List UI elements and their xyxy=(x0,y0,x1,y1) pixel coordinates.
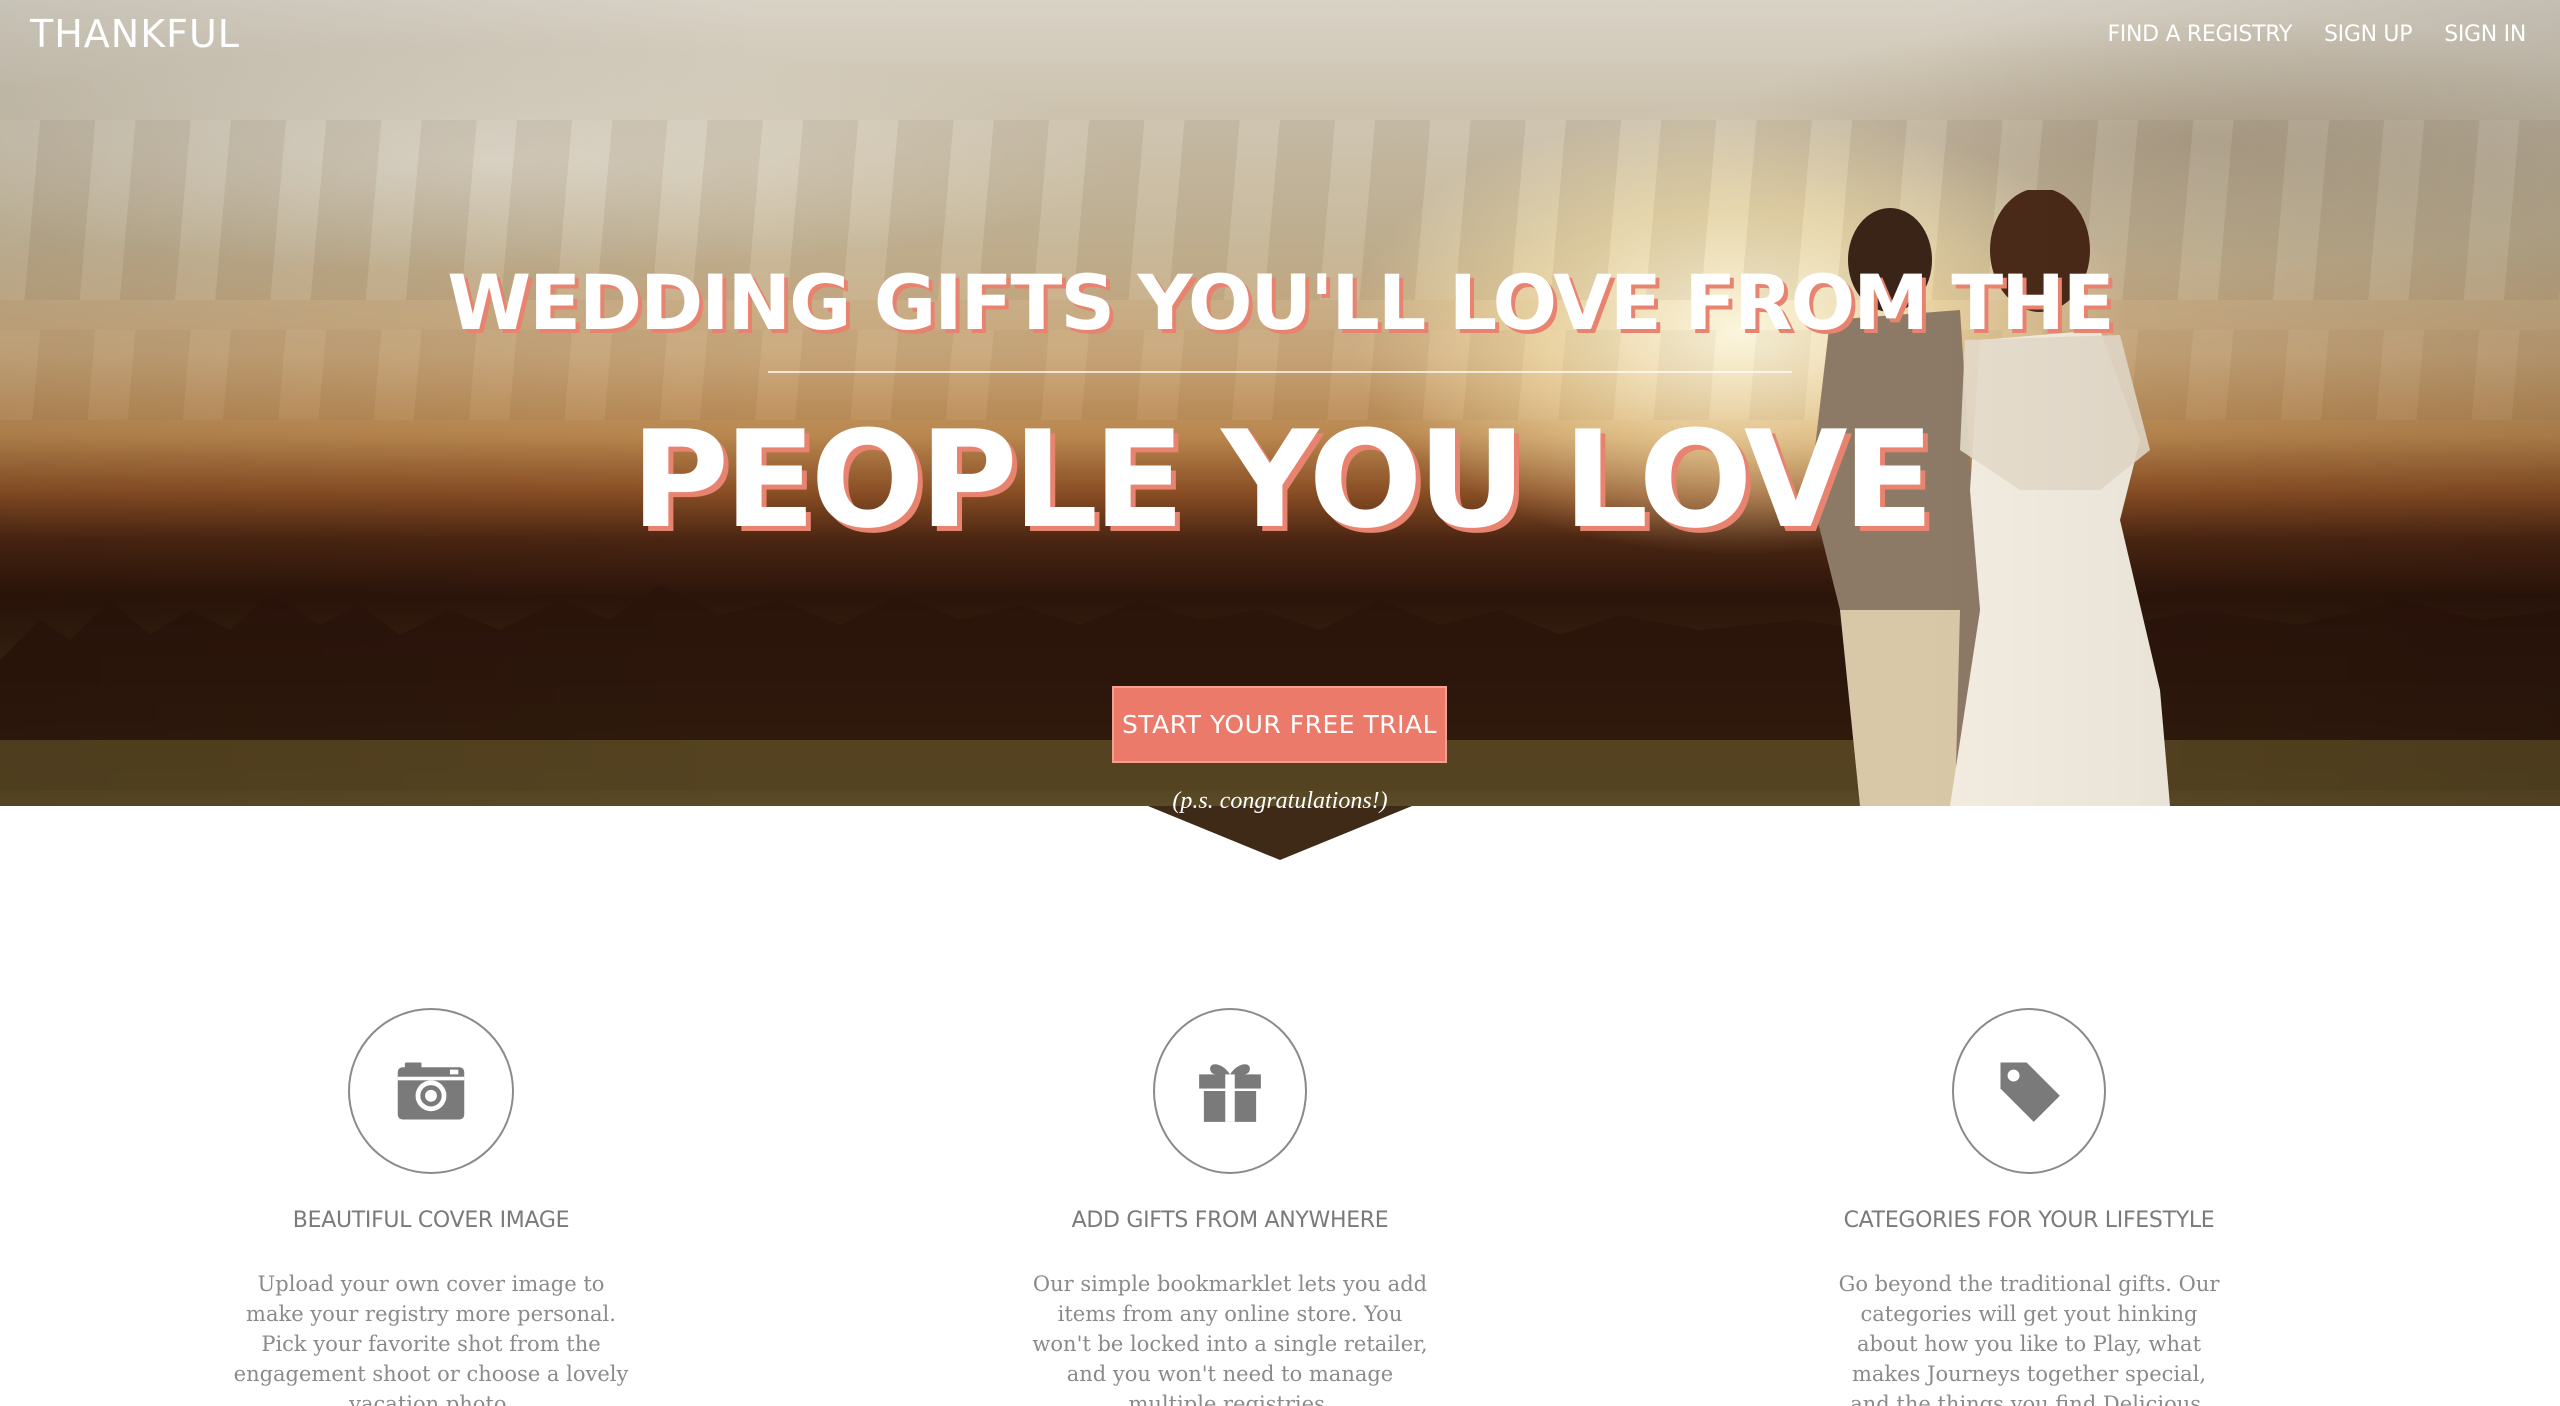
feature-cover-image: BEAUTIFUL COVER IMAGE Upload your own co… xyxy=(211,1008,651,1406)
feature-title: ADD GIFTS FROM ANYWHERE xyxy=(1071,1208,1389,1233)
headline-divider xyxy=(768,371,1792,373)
feature-icon-circle xyxy=(1952,1008,2106,1174)
feature-categories: CATEGORIES FOR YOUR LIFESTYLE Go beyond … xyxy=(1809,1008,2249,1406)
feature-icon-circle xyxy=(348,1008,514,1174)
feature-add-gifts: ADD GIFTS FROM ANYWHERE Our simple bookm… xyxy=(1010,1008,1450,1406)
hero-headline-big: PEOPLE YOU LOVE xyxy=(630,402,1934,558)
camera-icon xyxy=(397,1062,465,1120)
feature-icon-circle xyxy=(1153,1008,1307,1174)
nav-find-registry[interactable]: FIND A REGISTRY xyxy=(2107,22,2292,47)
feature-text: Our simple bookmarklet lets you add item… xyxy=(1032,1272,1428,1406)
gift-icon xyxy=(1199,1064,1261,1122)
top-nav: FIND A REGISTRY SIGN UP SIGN IN xyxy=(2107,22,2526,47)
hero-headline-top: WEDDING GIFTS YOU'LL LOVE FROM THE xyxy=(447,258,2114,347)
nav-sign-in[interactable]: SIGN IN xyxy=(2444,22,2526,47)
feature-title: BEAUTIFUL COVER IMAGE xyxy=(292,1208,570,1233)
feature-text: Go beyond the traditional gifts. Our cat… xyxy=(1838,1272,2220,1406)
brand-logo[interactable]: THANKFUL xyxy=(30,12,240,56)
tag-icon xyxy=(2000,1062,2060,1122)
nav-sign-up[interactable]: SIGN UP xyxy=(2324,22,2413,47)
start-free-trial-button[interactable]: START YOUR FREE TRIAL xyxy=(1112,686,1447,763)
feature-text: Upload your own cover image to make your… xyxy=(233,1272,629,1406)
feature-title: CATEGORIES FOR YOUR LIFESTYLE xyxy=(1843,1208,2215,1233)
congratulations-note: (p.s. congratulations!) xyxy=(1172,788,1388,814)
